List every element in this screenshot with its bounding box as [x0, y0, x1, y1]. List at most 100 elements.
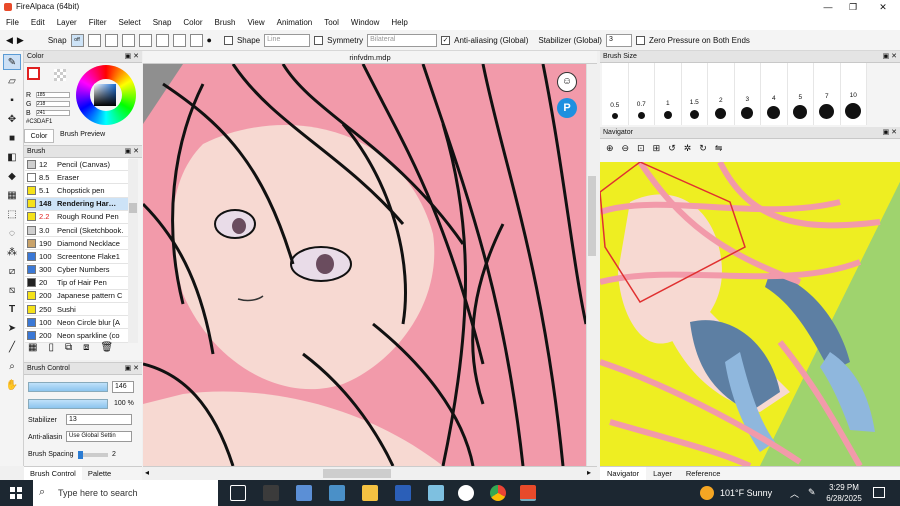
rotate-left-icon[interactable]: ↺	[668, 143, 676, 154]
brush-list-item[interactable]: 3.0 Pencil (Sketchbook…	[25, 223, 129, 238]
navigator-preview[interactable]	[600, 162, 900, 466]
new-brush-icon[interactable]: ▯	[48, 342, 54, 353]
divide-tool-icon[interactable]: ╱	[3, 339, 21, 355]
shape-checkbox[interactable]	[223, 35, 233, 45]
brush-list-item[interactable]: 12 Pencil (Canvas)	[25, 158, 129, 172]
menu-help[interactable]: Help	[391, 18, 407, 27]
gradient-fill-icon[interactable]: ▦	[3, 187, 21, 203]
brush-list-item[interactable]: 200 Japanese pattern C	[25, 289, 129, 304]
brush-size-preset[interactable]: 3	[734, 63, 761, 125]
chrome-icon[interactable]	[490, 485, 506, 501]
menu-animation[interactable]: Animation	[277, 18, 313, 27]
eyedropper-icon[interactable]: ⌕	[3, 358, 21, 374]
g-value[interactable]: 218	[36, 101, 70, 107]
snap-curve-icon[interactable]	[172, 33, 186, 47]
hex-value[interactable]: #C3DAF1	[26, 119, 52, 125]
menu-view[interactable]: View	[247, 18, 264, 27]
zoom-in-icon[interactable]: ⊕	[606, 143, 614, 154]
menu-brush[interactable]: Brush	[215, 18, 236, 27]
tab-color[interactable]: Color	[24, 129, 54, 143]
menu-tool[interactable]: Tool	[324, 18, 339, 27]
canvas-vertical-scrollbar[interactable]	[586, 64, 597, 466]
eraser-tool-icon[interactable]: ▱	[3, 73, 21, 89]
drawing-canvas[interactable]: ☺ P	[143, 64, 586, 466]
move-tool-icon[interactable]: ✥	[3, 111, 21, 127]
brush-size-preset[interactable]: 0.7	[628, 63, 655, 125]
duplicate-brush-icon[interactable]: ⧉	[65, 342, 72, 353]
snap-off-button[interactable]: off	[70, 33, 84, 47]
secondary-color-swatch[interactable]	[54, 69, 66, 81]
brush-settings-icon[interactable]: ▦	[28, 342, 37, 353]
brush-list-item[interactable]: 20 Tip of Hair Pen	[25, 276, 129, 290]
firealpaca-taskbar-icon[interactable]	[458, 485, 474, 501]
tab-palette[interactable]: Palette	[82, 469, 117, 478]
fit-icon[interactable]: ⊡	[637, 143, 645, 154]
menu-color[interactable]: Color	[183, 18, 202, 27]
prev-icon[interactable]: ◀	[6, 35, 13, 46]
menu-layer[interactable]: Layer	[57, 18, 77, 27]
alpaca-mascot-icon[interactable]: ☺	[557, 72, 577, 92]
snap-parallel-icon[interactable]	[87, 33, 101, 47]
brush-size-preset[interactable]: 10	[840, 63, 867, 125]
panel-menu-icon[interactable]: ▣ ✕	[883, 51, 897, 63]
file-explorer-icon[interactable]	[362, 485, 378, 501]
snap-circle-icon[interactable]	[155, 33, 169, 47]
brush-list-item[interactable]: 5.1 Chopstick pen	[25, 184, 129, 198]
brush-size-preset[interactable]: 4	[761, 63, 788, 125]
next-icon[interactable]: ▶	[17, 35, 24, 46]
minimize-button[interactable]: —	[818, 1, 838, 13]
primary-color-swatch[interactable]	[27, 67, 40, 80]
opacity-slider[interactable]	[28, 399, 108, 409]
panel-menu-icon[interactable]: ▣ ✕	[125, 51, 139, 63]
snap-grid-icon[interactable]	[189, 33, 203, 47]
panel-menu-icon[interactable]: ▣ ✕	[125, 363, 139, 375]
copy-brush-icon[interactable]: ⧈	[83, 342, 89, 353]
bucket-tool-icon[interactable]: ◆	[3, 168, 21, 184]
r-value[interactable]: 185	[36, 92, 70, 98]
taskbar-time[interactable]: 3:29 PM	[826, 483, 862, 492]
panel-menu-icon[interactable]: ▣ ✕	[883, 127, 897, 139]
brush-size-slider[interactable]	[28, 382, 108, 392]
select-eraser-icon[interactable]: ⧅	[3, 282, 21, 298]
snap-dot-icon[interactable]: ●	[207, 35, 212, 45]
shape-select[interactable]: Line	[264, 33, 311, 47]
notification-icon[interactable]	[873, 487, 885, 498]
magic-wand-icon[interactable]: ⁂	[3, 244, 21, 260]
brush-size-preset[interactable]: 0.5	[602, 63, 629, 125]
camera-icon[interactable]	[329, 485, 345, 501]
weather-text[interactable]: 101°F Sunny	[720, 488, 772, 498]
brush-size-preset[interactable]: 7	[814, 63, 841, 125]
tab-reference[interactable]: Reference	[679, 469, 728, 478]
select-pen-icon[interactable]: ⧄	[3, 263, 21, 279]
snap-vanishing-icon[interactable]	[121, 33, 135, 47]
brush-list-item[interactable]: 200 Neon sparkline (co	[25, 329, 129, 343]
menu-filter[interactable]: Filter	[89, 18, 107, 27]
brush-size-preset[interactable]: 1.5	[681, 63, 708, 125]
rotate-right-icon[interactable]: ↻	[699, 143, 707, 154]
tray-chevron-icon[interactable]: ︿	[790, 487, 799, 500]
canvas-tab[interactable]: rinfvdm.mdp	[143, 51, 597, 64]
b-value[interactable]: 241	[36, 110, 70, 116]
stabilizer-select[interactable]: 3	[605, 33, 632, 47]
task-view-icon[interactable]	[230, 485, 246, 501]
app-p-icon[interactable]	[263, 485, 279, 501]
zoom-out-icon[interactable]: ⊖	[622, 143, 630, 154]
brush-list-item[interactable]: 2.2 Rough Round Pen	[25, 210, 129, 224]
brush-list-item[interactable]: 148 Rendering Har…	[25, 197, 129, 211]
maximize-button[interactable]: ❐	[843, 1, 863, 13]
scroll-thumb[interactable]	[323, 469, 391, 478]
pen-tray-icon[interactable]: ✎	[808, 487, 816, 498]
panel-menu-icon[interactable]: ▣ ✕	[125, 146, 139, 158]
fill-rect-tool-icon[interactable]: ■	[3, 130, 21, 146]
close-button[interactable]: ✕	[873, 1, 893, 13]
brush-list-item[interactable]: 100 Screentone Flake1	[25, 250, 129, 264]
menu-select[interactable]: Select	[118, 18, 140, 27]
brush-size-preset[interactable]: 1	[655, 63, 682, 125]
symmetry-checkbox[interactable]	[314, 35, 324, 45]
snap-radial-icon[interactable]	[138, 33, 152, 47]
rotate-reset-icon[interactable]: ✲	[684, 143, 692, 154]
brush-size-preset[interactable]: 2	[708, 63, 735, 125]
zero-pressure-checkbox[interactable]	[635, 35, 645, 45]
tab-brush-preview[interactable]: Brush Preview	[60, 131, 105, 138]
select-tool-icon[interactable]: ⬚	[3, 206, 21, 222]
